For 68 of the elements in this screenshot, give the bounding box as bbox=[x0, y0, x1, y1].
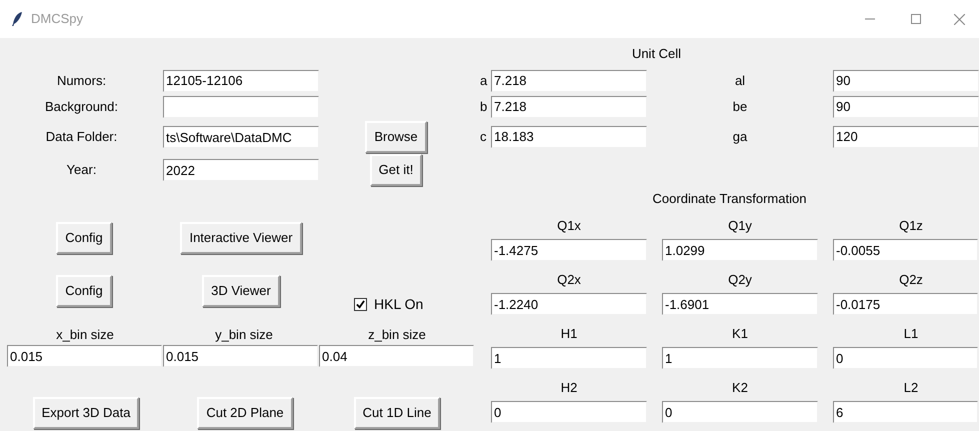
coordinate-label: H2 bbox=[560, 379, 578, 398]
coordinate-field[interactable]: 0 bbox=[491, 401, 647, 423]
action-button[interactable]: Export 3D Data bbox=[32, 397, 140, 429]
coordinate-field[interactable]: 1 bbox=[491, 347, 647, 369]
text-field[interactable]: 12105-12106 bbox=[163, 70, 319, 92]
angle-field[interactable]: 90 bbox=[833, 96, 979, 118]
coordinate-field[interactable]: 1.0299 bbox=[662, 239, 818, 261]
angle-label: be bbox=[732, 98, 748, 116]
bin-size-field[interactable]: 0.015 bbox=[7, 345, 162, 367]
coordinate-field[interactable]: -1.4275 bbox=[491, 239, 647, 261]
coordinate-field[interactable]: 0 bbox=[662, 401, 818, 423]
text-field[interactable]: ts\Software\DataDMC bbox=[163, 126, 319, 148]
bin-size-label: z_bin size bbox=[367, 326, 427, 344]
coordinate-label: H1 bbox=[560, 325, 578, 344]
coordinate-field[interactable]: 6 bbox=[833, 401, 978, 423]
coordinate-field[interactable]: -1.2240 bbox=[491, 293, 647, 315]
bin-size-field[interactable]: 0.04 bbox=[319, 345, 474, 367]
angle-label: ga bbox=[732, 128, 748, 146]
hkl-checkbox[interactable]: HKL On bbox=[354, 294, 474, 315]
close-icon bbox=[954, 14, 964, 24]
viewer-button[interactable]: 3D Viewer bbox=[202, 274, 280, 306]
length-label: a bbox=[480, 72, 488, 90]
angle-field[interactable]: 120 bbox=[833, 126, 979, 148]
coordinate-field[interactable]: -0.0175 bbox=[833, 293, 978, 315]
coordinate-field[interactable]: -1.6901 bbox=[662, 293, 818, 315]
coordinate-label: K1 bbox=[731, 325, 749, 344]
coordinate-label: K2 bbox=[731, 379, 749, 398]
bin-size-field[interactable]: 0.015 bbox=[163, 345, 318, 367]
angle-field[interactable]: 90 bbox=[833, 70, 979, 92]
action-button[interactable]: Cut 1D Line bbox=[354, 397, 440, 429]
coordinate-label: Q1z bbox=[898, 217, 924, 236]
length-field[interactable]: 18.183 bbox=[491, 126, 647, 148]
coordinate-label: Q2y bbox=[727, 271, 753, 290]
text-field[interactable]: 2022 bbox=[163, 159, 319, 181]
length-label: c bbox=[480, 128, 488, 146]
coordinate-label: Q2z bbox=[898, 271, 924, 290]
length-field[interactable]: 7.218 bbox=[491, 96, 647, 118]
field-label: Numors: bbox=[56, 72, 108, 90]
length-field[interactable]: 7.218 bbox=[491, 70, 647, 92]
field-label: Data Folder: bbox=[44, 128, 118, 146]
field-label: Year: bbox=[66, 161, 98, 180]
angle-label: al bbox=[734, 72, 746, 90]
action-button[interactable]: Cut 2D Plane bbox=[197, 397, 293, 429]
feather-icon bbox=[11, 11, 23, 27]
browse-button[interactable]: Browse bbox=[365, 121, 427, 153]
window-title: DMCSpy bbox=[31, 10, 84, 28]
maximize-icon bbox=[911, 14, 921, 24]
bin-size-label: y_bin size bbox=[214, 326, 274, 344]
length-label: b bbox=[480, 98, 488, 116]
coordinate-label: Q1x bbox=[556, 217, 582, 236]
coordinate-label: L1 bbox=[902, 325, 920, 344]
text-field[interactable] bbox=[163, 96, 319, 118]
section-title: Coordinate Transformation bbox=[652, 190, 808, 208]
config-button[interactable]: Config bbox=[56, 222, 112, 254]
checkmark-icon bbox=[356, 300, 365, 309]
minimize-icon bbox=[865, 18, 875, 20]
coordinate-field[interactable]: 1 bbox=[662, 347, 818, 369]
coordinate-label: Q1y bbox=[727, 217, 753, 236]
coordinate-label: L2 bbox=[902, 379, 920, 398]
field-label: Background: bbox=[44, 98, 119, 116]
coordinate-field[interactable]: 0 bbox=[833, 347, 978, 369]
bin-size-label: x_bin size bbox=[55, 326, 115, 344]
coordinate-field[interactable]: -0.0055 bbox=[833, 239, 978, 261]
viewer-button[interactable]: Interactive Viewer bbox=[180, 222, 302, 254]
get-button[interactable]: Get it! bbox=[370, 154, 422, 186]
config-button[interactable]: Config bbox=[56, 274, 112, 306]
coordinate-label: Q2x bbox=[556, 271, 582, 290]
section-title: Unit Cell bbox=[630, 44, 682, 63]
